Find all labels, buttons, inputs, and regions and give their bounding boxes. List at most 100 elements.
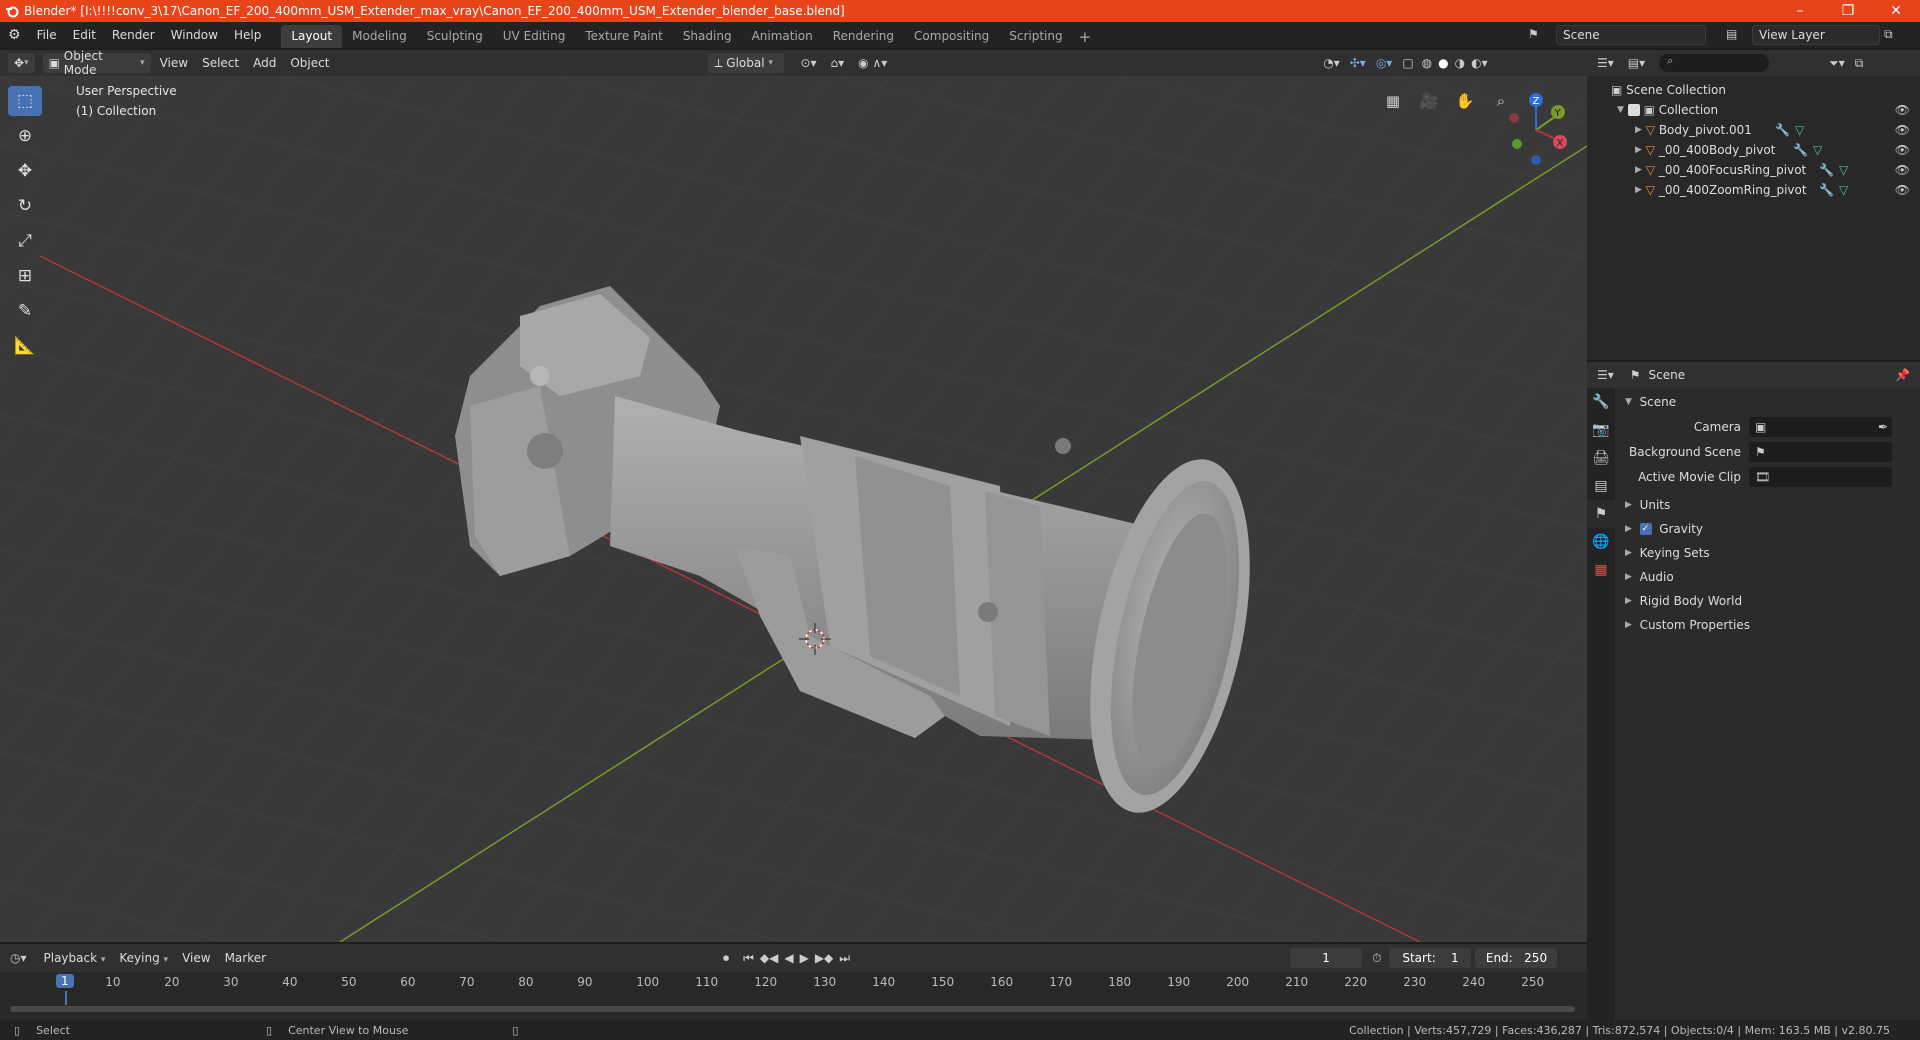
add-workspace-button[interactable]: +	[1073, 26, 1098, 48]
camera-view-icon[interactable]: 🎥	[1416, 88, 1442, 114]
snap-icon[interactable]: ⌂▾	[831, 56, 845, 70]
menu-edit[interactable]: Edit	[65, 28, 104, 42]
texture-tab-icon[interactable]: ▦	[1587, 556, 1615, 584]
current-frame-field[interactable]: 1	[1290, 948, 1363, 968]
next-keyframe-icon[interactable]: ▶◆	[815, 951, 833, 965]
timeline-menu-marker[interactable]: Marker	[218, 951, 273, 965]
outliner-row-object[interactable]: ▶ ▽ Body_pivot.001 🔧 ▽ 👁	[1587, 120, 1920, 140]
gizmo-toggle-icon[interactable]: ✣▾	[1350, 56, 1366, 70]
outliner-row-object[interactable]: ▶ ▽ _00_400Body_pivot 🔧 ▽ 👁	[1587, 140, 1920, 160]
eyedropper-icon[interactable]: ✒	[1878, 420, 1888, 434]
record-button[interactable]: ⏺	[723, 951, 729, 966]
timeline-menu-view[interactable]: View	[175, 951, 217, 965]
frame-ruler[interactable]: 1 10 20 30 40 50 60 70 80 90 100 110 120 130 140 150 160…	[0, 972, 1587, 1005]
cursor-icon[interactable]: ⊕	[8, 121, 42, 151]
eye-icon[interactable]: 👁	[1895, 163, 1910, 177]
tab-uv-editing[interactable]: UV Editing	[493, 25, 576, 48]
timeline-editor-type-icon[interactable]: ◷▾	[10, 951, 27, 965]
minimize-button[interactable]: –	[1776, 0, 1824, 22]
menu-render[interactable]: Render	[104, 28, 163, 42]
expand-arrow-icon[interactable]: ▼	[1617, 105, 1624, 115]
measure-icon[interactable]: 📐	[8, 331, 42, 361]
prev-keyframe-icon[interactable]: ◆◀	[760, 951, 778, 965]
tab-compositing[interactable]: Compositing	[904, 25, 999, 48]
display-mode-icon[interactable]: ▤▾	[1628, 56, 1645, 70]
collection-checkbox[interactable]	[1627, 104, 1640, 116]
render-tab-icon[interactable]: 📷	[1587, 416, 1615, 444]
expand-arrow-icon[interactable]: ▶	[1635, 165, 1642, 175]
object-mode-dropdown[interactable]: ▣ Object Mode ▾	[42, 49, 151, 77]
scale-icon[interactable]: ⤢	[8, 226, 42, 256]
eye-icon[interactable]: 👁	[1895, 103, 1910, 117]
menu-file[interactable]: File	[29, 28, 65, 42]
pan-hand-icon[interactable]: ✋	[1452, 88, 1478, 114]
rendered-shading-icon[interactable]: ◐▾	[1471, 56, 1488, 70]
eye-icon[interactable]: 👁	[1895, 143, 1910, 157]
expand-arrow-icon[interactable]: ▶	[1635, 145, 1642, 155]
output-tab-icon[interactable]: 🖨	[1587, 444, 1615, 472]
tool-tab-icon[interactable]: 🔧	[1587, 388, 1615, 416]
outliner-row-collection[interactable]: ▼ ▣ Collection 👁	[1587, 100, 1920, 120]
properties-editor-type-icon[interactable]: ☰▾	[1597, 368, 1614, 382]
select-box-icon[interactable]: ⬚	[8, 86, 42, 116]
preview-range-icon[interactable]: ⏱	[1372, 951, 1381, 966]
outliner-search-input[interactable]: ⌕	[1659, 54, 1770, 72]
annotate-icon[interactable]: ✎	[8, 296, 42, 326]
scene-selector[interactable]: Scene	[1556, 25, 1706, 45]
zoom-icon[interactable]: ⌕	[1488, 88, 1514, 114]
panel-scene-header[interactable]: ▼ Scene	[1617, 390, 1920, 414]
camera-field[interactable]: ▣ ✒	[1749, 416, 1892, 437]
tab-texture-paint[interactable]: Texture Paint	[575, 25, 672, 48]
rotate-icon[interactable]: ↻	[8, 191, 42, 221]
panel-rigid-body-world[interactable]: ▶ Rigid Body World	[1617, 589, 1920, 613]
panel-audio[interactable]: ▶ Audio	[1617, 565, 1920, 589]
orientation-dropdown[interactable]: ⟂ Global ▾	[708, 53, 785, 73]
tab-shading[interactable]: Shading	[673, 25, 742, 48]
maximize-button[interactable]: ❐	[1824, 0, 1872, 22]
new-view-layer-icon[interactable]: ⧉	[1884, 27, 1893, 42]
gizmo-neg-y[interactable]	[1512, 139, 1522, 149]
pivot-icon[interactable]: ⊙▾	[800, 56, 816, 70]
material-shading-icon[interactable]: ◑	[1455, 56, 1465, 70]
viewport-menu-select[interactable]: Select	[195, 56, 246, 70]
eye-icon[interactable]: 👁	[1895, 183, 1910, 197]
play-icon[interactable]: ▶	[800, 951, 809, 965]
tab-scripting[interactable]: Scripting	[999, 25, 1072, 48]
view-layer-icon[interactable]: ▤	[1726, 27, 1737, 41]
tab-modeling[interactable]: Modeling	[342, 25, 417, 48]
gizmo-neg-z[interactable]	[1531, 155, 1541, 165]
close-button[interactable]: ✕	[1872, 0, 1920, 22]
blender-menu-icon[interactable]: ⚙	[0, 27, 29, 43]
new-collection-icon[interactable]: ⧉	[1855, 56, 1864, 71]
expand-arrow-icon[interactable]: ▶	[1635, 125, 1642, 135]
world-tab-icon[interactable]: 🌐	[1587, 528, 1615, 556]
editor-type-button[interactable]: ✥ ▾	[8, 53, 35, 73]
tab-rendering[interactable]: Rendering	[823, 25, 904, 48]
menu-window[interactable]: Window	[163, 28, 226, 42]
overlay-toggle-icon[interactable]: ◎▾	[1376, 56, 1393, 70]
view-layer-tab-icon[interactable]: ▤	[1587, 472, 1615, 500]
movie-clip-field[interactable]: 🎞	[1749, 466, 1892, 487]
timeline-scrollbar[interactable]	[10, 1006, 1575, 1012]
xray-icon[interactable]: ▢	[1402, 56, 1413, 70]
visibility-icon[interactable]: ◔▾	[1323, 56, 1340, 70]
start-frame-field[interactable]: Start: 1	[1389, 948, 1472, 968]
tab-animation[interactable]: Animation	[742, 25, 823, 48]
outliner-editor-type-icon[interactable]: ☰▾	[1597, 56, 1614, 70]
end-frame-field[interactable]: End: 250	[1475, 948, 1558, 968]
eye-icon[interactable]: 👁	[1895, 123, 1910, 137]
panel-custom-properties[interactable]: ▶ Custom Properties	[1617, 613, 1920, 637]
outliner-row-object[interactable]: ▶ ▽ _00_400ZoomRing_pivot 🔧 ▽ 👁	[1587, 180, 1920, 200]
gizmo-neg-x[interactable]	[1509, 113, 1519, 123]
jump-start-icon[interactable]: ⏮	[743, 951, 754, 966]
jump-end-icon[interactable]: ⏭	[839, 951, 850, 966]
transform-icon[interactable]: ⊞	[8, 261, 42, 291]
proportional-edit-icon[interactable]: ◉ ∧▾	[858, 56, 887, 70]
play-reverse-icon[interactable]: ◀	[784, 951, 793, 965]
view-layer-selector[interactable]: View Layer	[1752, 25, 1880, 45]
timeline-menu-playback[interactable]: Playback ▾	[37, 951, 113, 965]
outliner-row-object[interactable]: ▶ ▽ _00_400FocusRing_pivot 🔧 ▽ 👁	[1587, 160, 1920, 180]
scene-icon[interactable]: ⚑	[1528, 27, 1539, 41]
move-icon[interactable]: ✥	[8, 156, 42, 186]
outliner-row-scene-collection[interactable]: ▣ Scene Collection	[1587, 80, 1920, 100]
